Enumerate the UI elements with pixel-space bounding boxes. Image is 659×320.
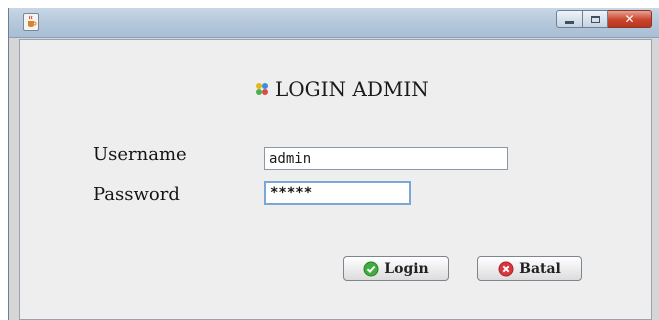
login-button[interactable]: Login [343,256,449,281]
close-icon: ✕ [624,12,635,26]
title-bar[interactable]: ✕ [9,8,659,38]
window-frame: ✕ LOGIN ADMIN Username Password Login [8,8,659,320]
puzzle-leaf-icon [256,83,268,95]
window-controls: ✕ [556,10,652,28]
password-field[interactable] [264,181,411,205]
cancel-button-label: Batal [519,260,561,277]
minimize-button[interactable] [556,10,583,28]
login-button-label: Login [384,260,429,277]
close-button[interactable]: ✕ [608,10,652,28]
java-cup-icon [23,13,39,31]
check-circle-icon [363,261,379,276]
cancel-button[interactable]: Batal [477,256,582,281]
page-title: LOGIN ADMIN [255,77,429,101]
cancel-circle-icon [498,261,514,276]
minimize-icon [565,20,574,24]
login-panel: LOGIN ADMIN Username Password Login Bata… [19,39,652,320]
username-field[interactable] [264,147,508,170]
password-label: Password [93,184,180,205]
maximize-icon [590,15,600,23]
username-label: Username [93,144,187,165]
maximize-button[interactable] [583,10,608,28]
heading-text: LOGIN ADMIN [275,77,429,101]
